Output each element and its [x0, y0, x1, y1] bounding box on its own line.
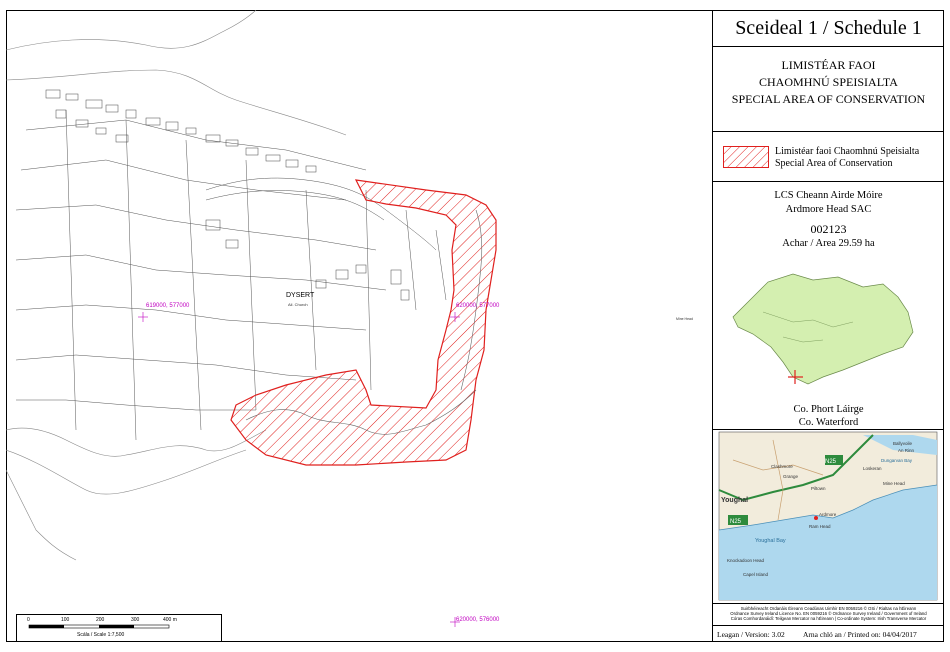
- printed-date: Arna chló an / Printed on: 04/04/2017: [803, 630, 917, 639]
- coastline: [6, 10, 347, 561]
- scale-tick-200: 200: [96, 617, 105, 623]
- legend-line-2: Special Area of Conservation: [775, 158, 893, 169]
- place-clashmore: Clashmore: [771, 464, 793, 469]
- subtitle-block: LIMISTÉAR FAOI CHAOMHNÚ SPEISIALTA SPECI…: [713, 47, 944, 132]
- place-grange: Grange: [783, 474, 799, 479]
- place-youghal-bay: Youghal Bay: [755, 538, 786, 544]
- credits: Suirbhéireacht Ordanáis Éireann Ceadúnas…: [713, 604, 944, 626]
- site-info: LCS Cheann Airde Móire Ardmore Head SAC …: [713, 182, 944, 430]
- scale-label: Scála / Scale 1:7,500: [77, 632, 125, 638]
- place-ardmore: Ardmore: [819, 512, 837, 517]
- scale-tick-0: 0: [27, 617, 30, 623]
- place-loskeran: Loskeran: [863, 466, 882, 471]
- legend-text: Limistéar faoi Chaomhnú Speisialta Speci…: [775, 146, 919, 170]
- grid-crosses: [138, 312, 460, 627]
- site-name-english: Ardmore Head SAC: [785, 204, 872, 215]
- place-piltown: Piltown: [811, 486, 826, 491]
- footer: Leagan / Version: 3.02 Arna chló an / Pr…: [713, 626, 944, 642]
- map-canvas: DYSERT Ail. Church Mine Head: [6, 10, 693, 627]
- version: Leagan / Version: 3.02: [717, 630, 785, 639]
- legend: Limistéar faoi Chaomhnú Speisialta Speci…: [713, 132, 944, 182]
- subtitle-line-3: SPECIAL AREA OF CONSERVATION: [731, 92, 926, 106]
- place-mine-head: Mine Head: [883, 481, 905, 486]
- subtitle-line-1: LIMISTÉAR FAOI: [781, 58, 876, 72]
- coord-label-1: 619000, 577000: [146, 303, 190, 309]
- schedule-title: Sceideal 1 / Schedule 1: [713, 10, 944, 47]
- county-english: Co. Waterford: [798, 417, 859, 428]
- coord-label-4: 620000, 576000: [456, 617, 500, 623]
- site-area: Achar / Area 29.59 ha: [782, 238, 875, 249]
- place-an-rinn: An Rinn: [898, 448, 915, 453]
- place-label: DYSERT: [286, 292, 315, 299]
- place-dungarvan-bay: Dungarvan Bay: [881, 458, 913, 463]
- site-marker: [814, 516, 818, 520]
- subtitle-line-2: CHAOMHNÚ SPEISIALTA: [759, 75, 898, 89]
- site-code: 002123: [810, 222, 847, 236]
- locator-map[interactable]: N25 N25 Youghal Clashmore Loskeran Mine …: [713, 430, 944, 604]
- main-map[interactable]: DYSERT Ail. Church Mine Head 619000, 577…: [6, 10, 713, 642]
- county-outline-map: [732, 273, 914, 385]
- scale-tick-300: 300: [131, 617, 140, 623]
- scale-tick-100: 100: [61, 617, 70, 623]
- place-knockadoon-head: Knockadoon Head: [727, 558, 765, 563]
- sac-boundary[interactable]: [230, 179, 497, 466]
- legend-line-1: Limistéar faoi Chaomhnú Speisialta: [775, 146, 920, 157]
- road-n25-north: N25: [825, 459, 837, 465]
- place-capel-island: Capel Island: [743, 572, 769, 577]
- place-youghal: Youghal: [721, 497, 748, 504]
- title-panel: Sceideal 1 / Schedule 1 LIMISTÉAR FAOI C…: [713, 10, 944, 642]
- locator-map-graphic: N25 N25 Youghal Clashmore Loskeran Mine …: [718, 431, 938, 601]
- credits-line-3: Córas Comhordanáidí: Teilgean Mercator n…: [730, 616, 927, 621]
- scale-tick-400: 400 m: [163, 617, 177, 623]
- place-sublabel: Ail. Church: [288, 302, 308, 307]
- place-ballyvoile: Ballyvoile: [893, 441, 913, 446]
- tiny-map-label: Mine Head: [676, 317, 693, 321]
- place-ram-head: Ram Head: [809, 524, 831, 529]
- site-name-irish: LCS Cheann Airde Móire: [774, 190, 883, 201]
- field-boundaries: [15, 109, 447, 441]
- coord-label-2: 620000, 577000: [456, 303, 500, 309]
- road-n25-south: N25: [730, 519, 742, 525]
- scale-bar: 0 100 200 300 400 m Scála / Scale 1:7,50…: [16, 614, 222, 642]
- legend-swatch: [723, 146, 769, 168]
- county-irish: Co. Phort Láirge: [793, 404, 864, 415]
